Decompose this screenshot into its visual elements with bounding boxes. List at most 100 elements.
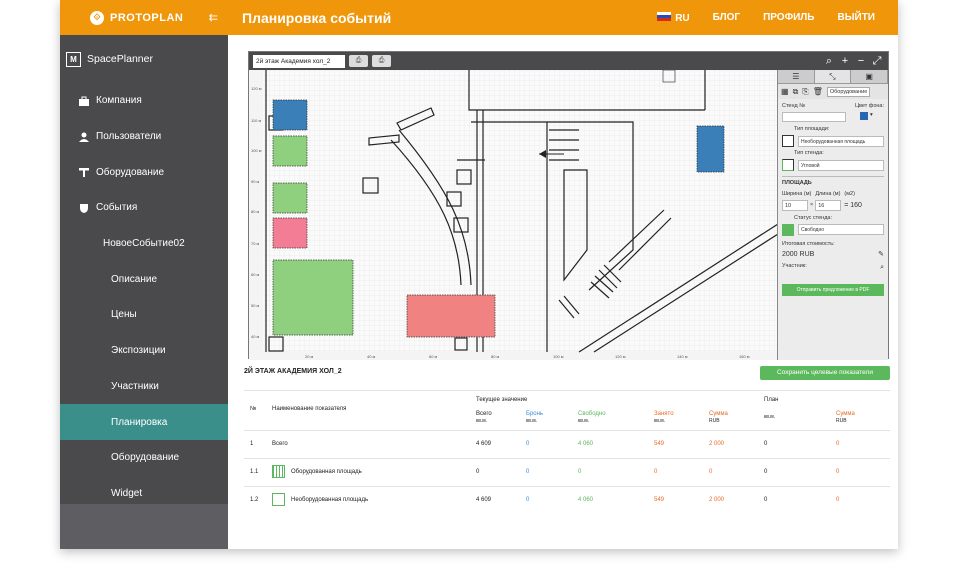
print-plan-icon[interactable]: ⎙ [372, 55, 391, 67]
length-label: Длина (м) [815, 190, 841, 197]
col-total: Всего [476, 411, 492, 417]
y-tick: 120 м [251, 86, 262, 91]
bg-color-swatch[interactable] [860, 112, 868, 121]
floor-plan-editor: 2й этаж Академия хол_2 ⎙ ⎙ ⌕ + − ⤢ 120 м… [248, 51, 889, 360]
tab-resize-icon[interactable]: ⤡ [814, 70, 852, 83]
x-tick: 140 м [677, 354, 688, 359]
collapse-arrow-icon[interactable]: ⇇ [209, 11, 218, 24]
area-type-label: Тип площади: [794, 126, 830, 133]
sidebar-item-users[interactable]: Пользователи [60, 119, 228, 155]
paste-icon[interactable]: ⎘ [802, 87, 808, 97]
sidebar-item-label: НовоеСобытие02 [103, 238, 185, 250]
x-tick: 100 м [553, 354, 564, 359]
row-num: 1.2 [250, 497, 259, 503]
status-select[interactable]: Свободно [798, 224, 884, 236]
floor-plan-canvas[interactable]: 120 м 110 м 100 м 90 м 80 м 70 м 60 м 50… [249, 70, 778, 360]
search-icon[interactable]: ⌕ [880, 263, 884, 272]
sidebar-item-label: Цены [111, 309, 137, 321]
product-logo-icon: M [66, 51, 81, 67]
sidebar-item-event-equipment[interactable]: Оборудование [60, 440, 228, 476]
col-sum: Сумма [709, 411, 728, 417]
cell-booked: 0 [526, 469, 530, 475]
sidebar-item-events[interactable]: События [60, 190, 228, 226]
cell-booked: 0 [526, 497, 530, 503]
x-tick: 160 м [739, 354, 750, 359]
tab-equipment[interactable]: Оборудование [826, 86, 871, 97]
unit-rub: RUB [709, 418, 720, 424]
stand-type-select[interactable]: Угловой [798, 159, 884, 171]
sidebar-item-description[interactable]: Описание [60, 261, 228, 297]
stand-green[interactable] [272, 135, 308, 167]
col-name: Наименование показателя [272, 406, 347, 412]
equipped-area-icon [272, 465, 285, 478]
cell-free: 4 060 [578, 497, 594, 503]
sidebar-item-equipment[interactable]: Оборудование [60, 154, 228, 190]
stand-red[interactable] [406, 294, 496, 338]
chevron-down-icon[interactable]: ▾ [870, 112, 873, 122]
unit-m2: кв.м. [578, 418, 590, 424]
image-icon[interactable]: ▦ [781, 87, 789, 96]
area-type-select[interactable]: Необорудованная площадь [798, 135, 884, 147]
col-current: Текущее значение [476, 397, 528, 403]
briefcase-icon [79, 96, 89, 106]
sidebar-item-expositions[interactable]: Экспозиции [60, 333, 228, 369]
edit-icon[interactable]: ✎ [878, 250, 884, 259]
sidebar-item-label: Компания [96, 95, 142, 107]
tool-row: ▦ ⧉ ⎘ 🗑 Оборудование [778, 84, 888, 99]
unit-m2: кв.м. [654, 418, 666, 424]
stand-selected[interactable] [696, 125, 725, 173]
cell-free: 4 060 [578, 441, 594, 447]
fullscreen-icon[interactable]: ⤢ [869, 55, 885, 68]
delete-icon[interactable]: 🗑 [813, 87, 823, 96]
zoom-out-icon[interactable]: − [853, 55, 869, 68]
zoom-in-icon[interactable]: + [837, 55, 853, 68]
tab-list-icon[interactable]: ☰ [778, 70, 815, 83]
status-color-icon [782, 223, 794, 236]
tool-icon [79, 168, 89, 178]
bg-color-label: Цвет фона: [854, 103, 884, 109]
stand-large-green[interactable] [272, 259, 354, 336]
zoom-search-icon[interactable]: ⌕ [821, 55, 837, 68]
send-pdf-button[interactable]: Отправить предложение в PDF [782, 284, 884, 297]
save-targets-button[interactable]: Сохранить целевые показатели [760, 366, 890, 380]
stand-pink[interactable] [272, 217, 308, 249]
profile-link[interactable]: ПРОФИЛЬ [763, 12, 814, 23]
print-icon[interactable]: ⎙ [349, 55, 368, 67]
multiply-icon: × [810, 201, 814, 208]
sidebar-item-layout[interactable]: Планировка [60, 404, 228, 440]
stand-green[interactable] [272, 182, 308, 214]
area-section-title: ПЛОЩАДЬ [782, 176, 884, 187]
copy-icon[interactable]: ⧉ [793, 87, 799, 97]
logout-link[interactable]: ВЫЙТИ [838, 12, 876, 23]
cost-value: 2000 RUB [782, 250, 815, 258]
sidebar-item-prices[interactable]: Цены [60, 297, 228, 333]
stand-type-label: Тип стенда: [794, 150, 824, 157]
blog-link[interactable]: БЛОГ [713, 12, 740, 23]
tab-layers-icon[interactable]: ▣ [851, 70, 889, 83]
sidebar-item-label: События [96, 202, 138, 214]
russia-flag-icon [657, 11, 672, 21]
length-input[interactable]: 16 [815, 199, 842, 211]
sidebar-item-participants[interactable]: Участники [60, 369, 228, 405]
table-row: 1.1 Оборудованная площадь 0 0 0 0 0 0 0 [244, 458, 890, 486]
product-row[interactable]: M SpacePlanner [60, 35, 228, 83]
width-label: Ширина (м) [782, 190, 812, 197]
sidebar-item-label: Участники [111, 380, 159, 392]
sidebar-item-event[interactable]: НовоеСобытие02 [60, 226, 228, 262]
col-num: № [250, 406, 257, 412]
stand-number-input[interactable] [782, 112, 846, 123]
cell-taken: 0 [654, 469, 658, 475]
language-label: RU [675, 12, 690, 24]
row-name: Необорудованная площадь [291, 497, 369, 503]
language-switch[interactable]: RU [657, 11, 690, 24]
unit-m2: кв.м. [764, 414, 776, 420]
floor-select[interactable]: 2й этаж Академия хол_2 [253, 54, 345, 68]
stand-blue[interactable] [272, 99, 308, 131]
sidebar-item-company[interactable]: Компания [60, 83, 228, 119]
width-input[interactable]: 10 [782, 199, 808, 211]
top-bar: Планировка событий RU БЛОГ ПРОФИЛЬ ВЫЙТИ [228, 0, 898, 35]
x-tick: 40 м [367, 354, 376, 359]
page-title: Планировка событий [242, 9, 392, 26]
cell-plan-m2: 0 [764, 469, 768, 475]
y-tick: 100 м [251, 148, 262, 153]
